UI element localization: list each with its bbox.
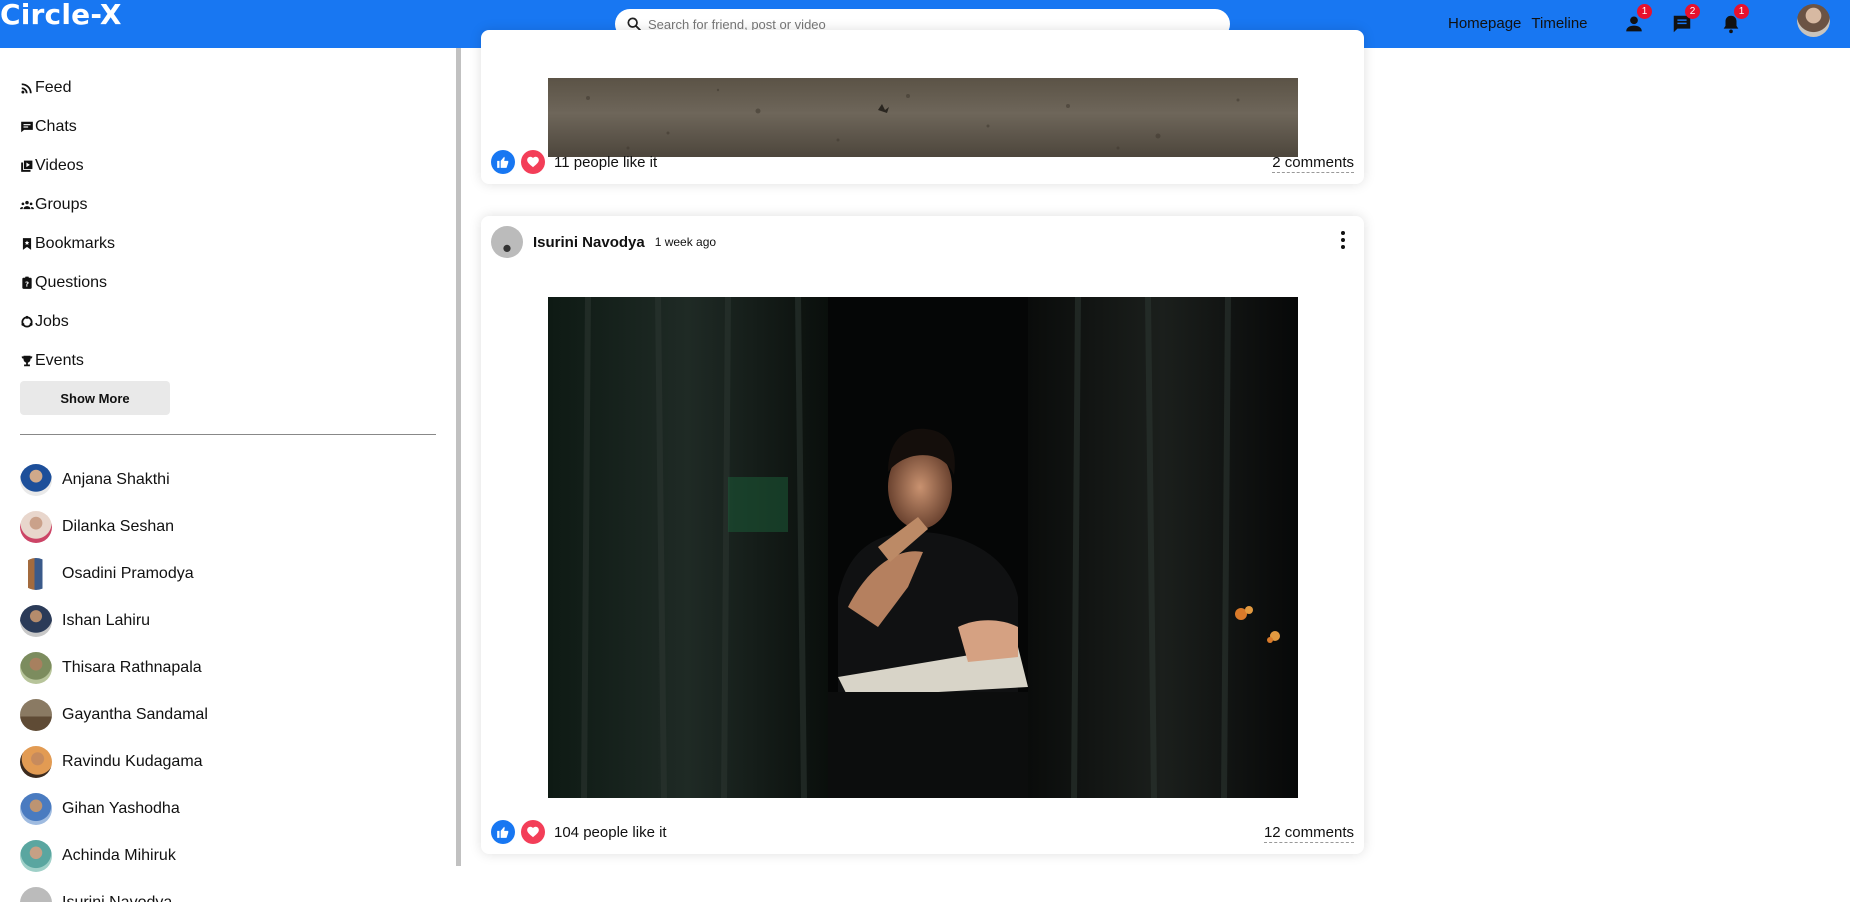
sidebar-menu: Feed Chats Videos Groups Bookmarks ? Que… xyxy=(20,68,115,380)
sidebar-item-events[interactable]: Events xyxy=(20,341,115,380)
avatar xyxy=(20,886,52,902)
friend-name: Ravindu Kudagama xyxy=(62,752,203,770)
sidebar-divider xyxy=(20,434,436,435)
friend-item[interactable]: Gayantha Sandamal xyxy=(20,691,208,738)
post-time: 1 week ago xyxy=(654,235,717,249)
friend-item[interactable]: Gihan Yashodha xyxy=(20,785,208,832)
homepage-link[interactable]: Homepage xyxy=(1448,15,1521,32)
sidebar-item-label: Feed xyxy=(35,78,72,96)
avatar xyxy=(20,604,52,637)
messages-button[interactable]: 2 xyxy=(1669,4,1700,37)
sidebar-item-label: Events xyxy=(35,351,84,369)
like-button[interactable] xyxy=(491,820,515,844)
bookmark-icon xyxy=(22,237,32,250)
sidebar-item-groups[interactable]: Groups xyxy=(20,185,115,224)
reactions-row: 11 people like it xyxy=(491,150,657,174)
friend-name: Anjana Shakthi xyxy=(62,470,170,488)
friend-requests-button[interactable]: 1 xyxy=(1621,4,1652,37)
notifications-button[interactable]: 1 xyxy=(1718,4,1749,37)
post-author[interactable]: Isurini Navodya xyxy=(533,234,645,251)
friend-name: Thisara Rathnapala xyxy=(62,658,202,676)
post-image[interactable] xyxy=(548,297,1298,798)
chat-icon xyxy=(21,121,33,132)
avatar xyxy=(20,651,52,684)
avatar xyxy=(20,557,52,590)
friend-list: Anjana Shakthi Dilanka Seshan Osadini Pr… xyxy=(20,456,208,902)
friend-name: Gayantha Sandamal xyxy=(62,705,208,723)
friend-item[interactable]: Osadini Pramodya xyxy=(20,550,208,597)
friend-item[interactable]: Thisara Rathnapala xyxy=(20,644,208,691)
friend-item[interactable]: Ishan Lahiru xyxy=(20,597,208,644)
sidebar-item-chats[interactable]: Chats xyxy=(20,107,115,146)
post-card: 11 people like it 2 comments xyxy=(481,30,1364,184)
reactions-row: 104 people like it xyxy=(491,820,667,844)
thumbs-up-icon xyxy=(497,826,509,838)
sidebar-item-label: Bookmarks xyxy=(35,234,116,252)
friend-item[interactable]: Anjana Shakthi xyxy=(20,456,208,503)
messages-badge: 2 xyxy=(1685,4,1700,19)
post-card: Isurini Navodya 1 week ago 104 people li… xyxy=(481,216,1364,854)
friend-item[interactable]: Isurini Navodya xyxy=(20,879,208,902)
love-button[interactable] xyxy=(521,820,545,844)
like-button[interactable] xyxy=(491,150,515,174)
avatar[interactable] xyxy=(491,226,523,258)
timeline-link[interactable]: Timeline xyxy=(1531,15,1587,32)
trophy-icon xyxy=(21,355,33,366)
help-icon: ? xyxy=(22,276,32,289)
sidebar-item-label: Questions xyxy=(35,273,108,291)
show-more-button[interactable]: Show More xyxy=(20,381,170,415)
love-button[interactable] xyxy=(521,150,545,174)
comments-link[interactable]: 12 comments xyxy=(1263,824,1354,843)
notifications-badge: 1 xyxy=(1734,4,1749,19)
friend-name: Ishan Lahiru xyxy=(62,611,151,629)
app-logo[interactable]: Circle-X xyxy=(0,0,122,30)
sidebar-item-label: Jobs xyxy=(35,312,69,330)
post-header: Isurini Navodya 1 week ago xyxy=(491,226,716,258)
heart-icon xyxy=(527,826,539,838)
profile-avatar[interactable] xyxy=(1797,4,1830,37)
sidebar-scrollbar[interactable] xyxy=(456,48,461,866)
post-image[interactable] xyxy=(548,78,1298,157)
friend-item[interactable]: Achinda Mihiruk xyxy=(20,832,208,879)
avatar xyxy=(20,698,52,731)
group-icon xyxy=(20,200,34,209)
more-options-icon[interactable] xyxy=(1336,230,1350,250)
friend-item[interactable]: Dilanka Seshan xyxy=(20,503,208,550)
like-count: 104 people like it xyxy=(554,823,667,841)
sidebar-item-questions[interactable]: ? Questions xyxy=(20,263,115,302)
friend-requests-badge: 1 xyxy=(1637,4,1652,19)
sidebar: Feed Chats Videos Groups Bookmarks ? Que… xyxy=(0,48,456,902)
friend-name: Isurini Navodya xyxy=(62,893,173,902)
video-library-icon xyxy=(21,159,34,172)
comments-link[interactable]: 2 comments xyxy=(1272,154,1354,173)
avatar xyxy=(20,510,52,543)
sidebar-item-jobs[interactable]: Jobs xyxy=(20,302,115,341)
friend-name: Achinda Mihiruk xyxy=(62,846,176,864)
friend-name: Osadini Pramodya xyxy=(62,564,194,582)
friend-item[interactable]: Ravindu Kudagama xyxy=(20,738,208,785)
avatar xyxy=(20,745,52,778)
heart-icon xyxy=(527,156,539,168)
avatar xyxy=(20,792,52,825)
rss-icon xyxy=(21,82,32,94)
friend-name: Gihan Yashodha xyxy=(62,799,180,817)
thumbs-up-icon xyxy=(497,156,509,168)
sidebar-item-label: Groups xyxy=(35,195,88,213)
top-links: Homepage Timeline xyxy=(1448,15,1588,32)
avatar xyxy=(20,839,52,872)
sidebar-item-videos[interactable]: Videos xyxy=(20,146,115,185)
sand-texture xyxy=(586,88,1240,150)
photo-reading-man xyxy=(548,297,1298,798)
work-icon xyxy=(21,315,33,328)
sidebar-item-bookmarks[interactable]: Bookmarks xyxy=(20,224,115,263)
like-count: 11 people like it xyxy=(554,153,658,171)
svg-text:?: ? xyxy=(25,280,29,288)
sidebar-item-label: Videos xyxy=(35,156,84,174)
avatar xyxy=(20,463,52,496)
sidebar-item-label: Chats xyxy=(35,117,77,135)
friend-name: Dilanka Seshan xyxy=(62,517,175,535)
sidebar-item-feed[interactable]: Feed xyxy=(20,68,115,107)
